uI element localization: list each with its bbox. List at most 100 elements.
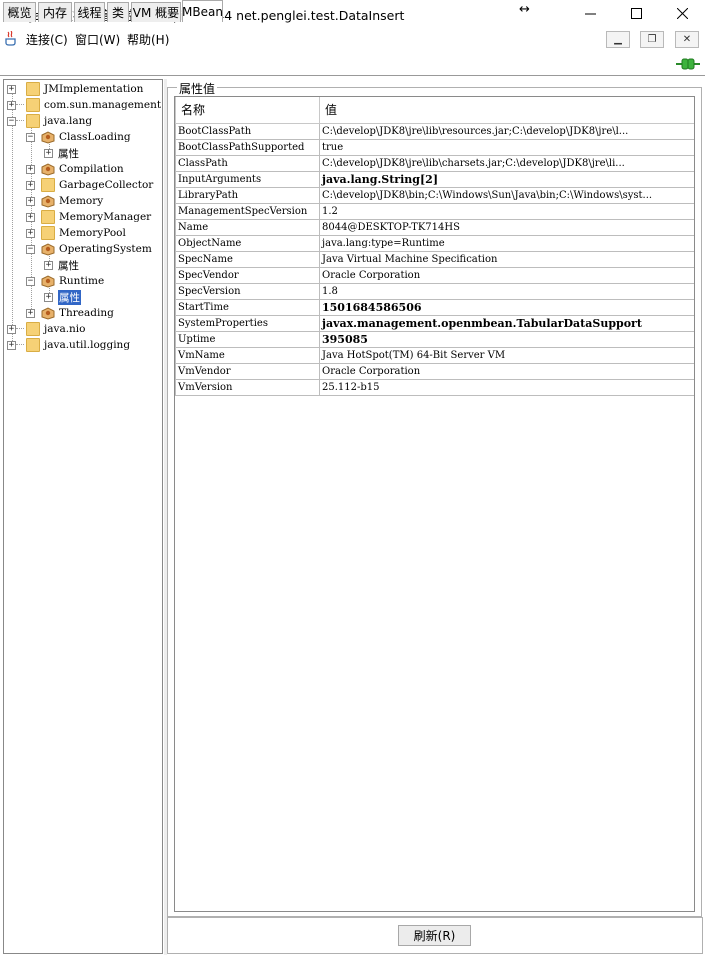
column-header-value[interactable]: 值 <box>319 97 694 124</box>
tree-node-runtime-attributes[interactable]: + 属性 <box>44 289 81 305</box>
attribute-value[interactable]: 25.112-b15 <box>319 378 694 396</box>
attribute-value[interactable]: true <box>319 138 694 156</box>
attribute-value[interactable]: 1.8 <box>319 282 694 300</box>
table-row[interactable]: StartTime 1501684586506 <box>175 298 694 316</box>
expand-icon[interactable]: + <box>26 308 35 318</box>
attribute-value[interactable]: java.lang:type=Runtime <box>319 234 694 252</box>
attribute-value[interactable]: C:\develop\JDK8\jre\lib\resources.jar;C:… <box>319 122 694 140</box>
collapse-icon[interactable]: − <box>26 244 35 254</box>
expand-icon[interactable]: + <box>7 100 16 110</box>
internal-minimize-button[interactable]: ▁ <box>606 31 630 48</box>
attribute-value[interactable]: java.lang.String[2] <box>319 170 694 188</box>
attribute-value[interactable]: Java Virtual Machine Specification <box>319 250 694 268</box>
collapse-icon[interactable]: − <box>26 276 35 286</box>
restore-icon: ❐ <box>647 34 657 45</box>
close-button[interactable] <box>659 0 705 26</box>
table-row[interactable]: SystemProperties javax.management.openmbe… <box>175 314 694 332</box>
expand-icon[interactable]: + <box>26 180 35 190</box>
menu-help[interactable]: 帮助(H) <box>127 31 169 48</box>
attribute-value[interactable]: C:\develop\JDK8\bin;C:\Windows\Sun\Java\… <box>319 186 694 204</box>
folder-icon <box>26 98 40 112</box>
attribute-value[interactable]: C:\develop\JDK8\jre\lib\charsets.jar;C:\… <box>319 154 694 172</box>
tree-node-jmimplementation[interactable]: + JMImplementation <box>7 81 143 97</box>
attribute-value[interactable]: Oracle Corporation <box>319 266 694 284</box>
tree-node-java-lang[interactable]: − java.lang <box>7 113 92 129</box>
tree-node-threading[interactable]: + Threading <box>26 305 114 321</box>
table-row[interactable]: SpecVersion 1.8 <box>175 282 694 300</box>
expand-icon[interactable]: + <box>26 164 35 174</box>
table-row[interactable]: ManagementSpecVersion 1.2 <box>175 202 694 220</box>
expand-icon[interactable]: + <box>7 340 16 350</box>
attribute-value[interactable]: 1501684586506 <box>319 298 694 316</box>
collapse-icon[interactable]: − <box>26 132 35 142</box>
table-row[interactable]: Name 8044@DESKTOP-TK714HS <box>175 218 694 236</box>
tab-overview[interactable]: 概览 <box>3 2 36 22</box>
table-row[interactable]: VmVendor Oracle Corporation <box>175 362 694 380</box>
tree-node-compilation[interactable]: + Compilation <box>26 161 124 177</box>
refresh-button[interactable]: 刷新(R) <box>398 925 471 946</box>
attribute-table-container[interactable]: 名称 值 BootClassPath C:\develop\JDK8\jre\li… <box>174 96 695 912</box>
table-row[interactable]: BootClassPathSupported true <box>175 138 694 156</box>
attribute-value[interactable]: 8044@DESKTOP-TK714HS <box>319 218 694 236</box>
tree-node-com-sun-management[interactable]: + com.sun.management <box>7 97 161 113</box>
expand-icon[interactable]: + <box>26 228 35 238</box>
tree-node-operatingsystem-attributes[interactable]: + 属性 <box>44 257 79 273</box>
folder-icon <box>41 226 55 240</box>
maximize-button[interactable] <box>613 0 659 26</box>
table-row[interactable]: ObjectName java.lang:type=Runtime <box>175 234 694 252</box>
expand-icon[interactable]: + <box>44 148 53 158</box>
tree-node-java-util-logging[interactable]: + java.util.logging <box>7 337 130 353</box>
minimize-button[interactable] <box>567 0 613 26</box>
tree-node-runtime[interactable]: − Runtime <box>26 273 104 289</box>
attribute-name: SpecVersion <box>175 282 320 300</box>
internal-restore-button[interactable]: ❐ <box>640 31 664 48</box>
tab-classes[interactable]: 类 <box>107 2 129 22</box>
table-row[interactable]: Uptime 395085 <box>175 330 694 348</box>
table-row[interactable]: VmName Java HotSpot(TM) 64-Bit Server VM <box>175 346 694 364</box>
tree-node-memorypool[interactable]: + MemoryPool <box>26 225 126 241</box>
java-menu-icon[interactable] <box>4 31 18 47</box>
table-row[interactable]: LibraryPath C:\develop\JDK8\bin;C:\Window… <box>175 186 694 204</box>
tree-node-java-nio[interactable]: + java.nio <box>7 321 86 337</box>
attribute-value[interactable]: Java HotSpot(TM) 64-Bit Server VM <box>319 346 694 364</box>
expand-icon[interactable]: + <box>7 84 16 94</box>
menu-connect[interactable]: 连接(C) <box>26 31 68 48</box>
attribute-table: 名称 值 BootClassPath C:\develop\JDK8\jre\li… <box>175 97 694 396</box>
internal-close-button[interactable]: ✕ <box>675 31 699 48</box>
attribute-value[interactable]: 1.2 <box>319 202 694 220</box>
table-row[interactable]: ClassPath C:\develop\JDK8\jre\lib\charset… <box>175 154 694 172</box>
expand-icon[interactable]: + <box>7 324 16 334</box>
menu-window[interactable]: 窗口(W) <box>75 31 120 48</box>
expand-icon[interactable]: + <box>26 196 35 206</box>
tab-mbean[interactable]: MBean <box>182 0 223 22</box>
attribute-group-title: 属性值 <box>177 80 218 97</box>
attribute-value[interactable]: Oracle Corporation <box>319 362 694 380</box>
table-row[interactable]: InputArguments java.lang.String[2] <box>175 170 694 188</box>
attribute-name: SpecVendor <box>175 266 320 284</box>
table-row[interactable]: BootClassPath C:\develop\JDK8\jre\lib\res… <box>175 122 694 140</box>
tree-node-operatingsystem[interactable]: − OperatingSystem <box>26 241 152 257</box>
mbean-tree[interactable]: + JMImplementation + com.sun.management … <box>3 79 163 954</box>
table-row[interactable]: VmVersion 25.112-b15 <box>175 378 694 396</box>
attribute-value[interactable]: javax.management.openmbean.TabularDataSu… <box>319 314 694 332</box>
tree-node-garbagecollector[interactable]: + GarbageCollector <box>26 177 153 193</box>
bean-icon <box>41 306 55 320</box>
collapse-icon[interactable]: − <box>7 116 16 126</box>
tree-node-memory[interactable]: + Memory <box>26 193 103 209</box>
bean-icon <box>41 274 55 288</box>
expand-icon[interactable]: + <box>44 292 53 302</box>
tree-node-classloading-attributes[interactable]: + 属性 <box>44 145 79 161</box>
tab-bar <box>0 54 705 76</box>
table-row[interactable]: SpecName Java Virtual Machine Specificati… <box>175 250 694 268</box>
table-row[interactable]: SpecVendor Oracle Corporation <box>175 266 694 284</box>
maximize-icon <box>630 7 642 19</box>
column-header-name[interactable]: 名称 <box>175 97 320 124</box>
expand-icon[interactable]: + <box>26 212 35 222</box>
tree-node-classloading[interactable]: − ClassLoading <box>26 129 131 145</box>
tab-threads[interactable]: 线程 <box>74 2 105 22</box>
tab-memory[interactable]: 内存 <box>38 2 72 22</box>
tab-vm-summary[interactable]: VM 概要 <box>131 2 181 22</box>
expand-icon[interactable]: + <box>44 260 53 270</box>
tree-node-memorymanager[interactable]: + MemoryManager <box>26 209 151 225</box>
attribute-value[interactable]: 395085 <box>319 330 694 348</box>
